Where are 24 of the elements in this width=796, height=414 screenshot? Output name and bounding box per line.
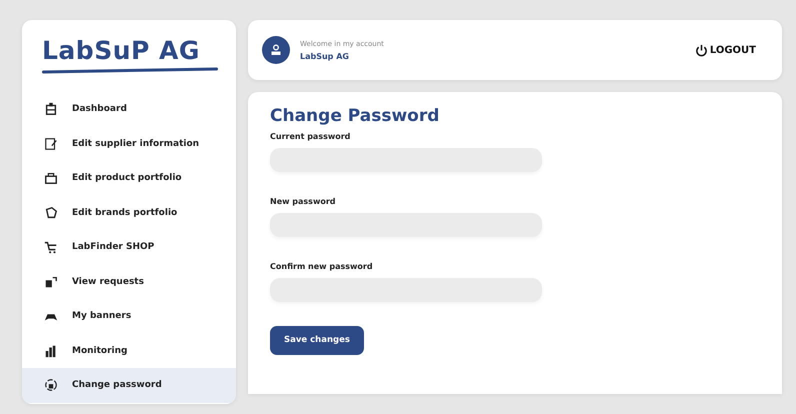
briefcase-icon [44, 171, 58, 186]
cart-icon [44, 240, 58, 254]
sidebar-item[interactable]: View requests [22, 264, 236, 299]
sidebar-item[interactable]: Edit product portfolio [22, 161, 236, 196]
field-label: Confirm new password [270, 262, 374, 271]
save-changes-button[interactable]: Save changes [270, 326, 364, 354]
sidebar-item[interactable]: Dashboard [22, 92, 236, 126]
page-title: Change Password [270, 106, 440, 126]
logo: LabSuP AG [42, 36, 201, 65]
field-label: Current password [270, 132, 352, 141]
dashboard-icon [44, 102, 58, 116]
document-icon [44, 136, 58, 151]
sidebar-item[interactable]: Edit brands portfolio [22, 196, 236, 230]
sidebar-item[interactable]: Edit supplier information [22, 126, 236, 161]
field-label: New password [270, 197, 337, 206]
logout-button[interactable]: LOGOUT [694, 44, 756, 56]
user-icon [270, 44, 282, 56]
sidebar-item[interactable]: Change password [22, 368, 236, 402]
sidebar-item[interactable]: LabFinder SHOP [22, 230, 236, 264]
sidebar-item[interactable]: My banners [22, 299, 236, 334]
sidebar-item[interactable]: Monitoring [22, 334, 236, 368]
power-icon [694, 44, 708, 56]
bar-chart-icon [44, 344, 58, 358]
account-name: LabSup AG [300, 52, 350, 60]
